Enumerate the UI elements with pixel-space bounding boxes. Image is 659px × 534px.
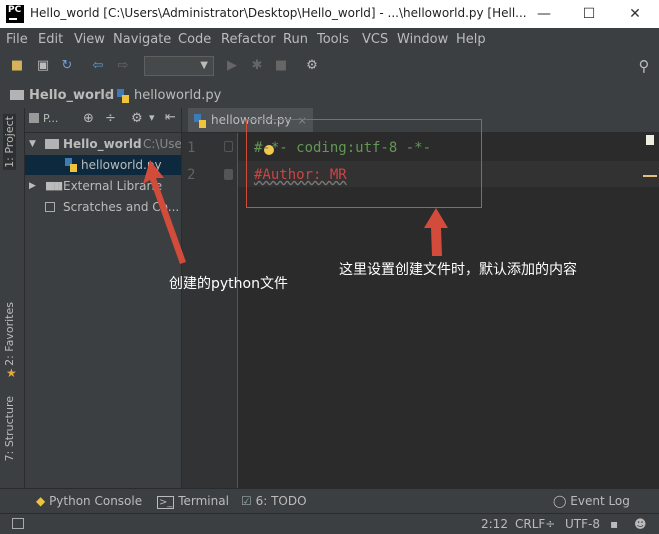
arrow-to-file [143, 160, 186, 264]
event-log-icon: ◯ [553, 494, 567, 508]
annotation-file-created: 创建的python文件 [169, 276, 288, 292]
readonly-lock-icon[interactable]: ▪ [610, 517, 618, 531]
python-icon: ◆ [36, 494, 46, 508]
tool-windows-toggle-icon[interactable] [12, 518, 24, 529]
terminal-button[interactable]: >_ Terminal [157, 494, 229, 509]
todo-icon: ☑ [241, 494, 252, 508]
annotation-default-content: 这里设置创建文件时，默认添加的内容 [339, 262, 577, 278]
line-separator[interactable]: CRLF÷ [515, 517, 555, 531]
caret-position[interactable]: 2:12 [481, 517, 508, 531]
todo-button[interactable]: ☑ 6: TODO [241, 494, 307, 508]
terminal-icon: >_ [157, 496, 175, 509]
arrow-to-content [424, 208, 448, 256]
bottom-tool-bar: ◆ Python Console >_ Terminal ☑ 6: TODO ◯… [0, 488, 659, 514]
status-bar: 2:12 CRLF÷ UTF-8 ▪ ☻ [0, 513, 659, 534]
inspector-icon[interactable]: ☻ [634, 517, 647, 531]
file-encoding[interactable]: UTF-8 [565, 517, 600, 531]
event-log-button[interactable]: ◯ Event Log [553, 494, 630, 508]
python-console-button[interactable]: ◆ Python Console [36, 494, 142, 508]
